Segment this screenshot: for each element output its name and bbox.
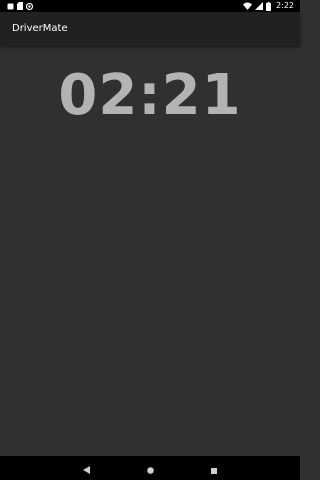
back-button[interactable] xyxy=(74,456,98,480)
timer-display: 02:21 xyxy=(58,63,242,128)
notification-square-icon xyxy=(7,3,14,10)
battery-icon xyxy=(266,1,272,11)
status-right-icons: 2:22 xyxy=(243,0,294,12)
sync-icon xyxy=(26,2,33,10)
sd-card-icon xyxy=(17,2,23,10)
recents-button[interactable] xyxy=(202,456,226,480)
status-left-icons xyxy=(7,1,33,11)
home-button[interactable] xyxy=(138,456,162,480)
app-title: DriverMate xyxy=(12,23,68,34)
status-time: 2:22 xyxy=(276,1,294,10)
wifi-icon xyxy=(243,2,253,10)
app-bar: DriverMate xyxy=(0,12,300,46)
signal-icon xyxy=(255,2,264,10)
back-icon xyxy=(82,459,90,478)
navigation-bar xyxy=(0,456,300,480)
home-icon xyxy=(146,459,154,478)
status-bar: 2:22 xyxy=(0,0,300,12)
recents-icon xyxy=(211,459,217,478)
